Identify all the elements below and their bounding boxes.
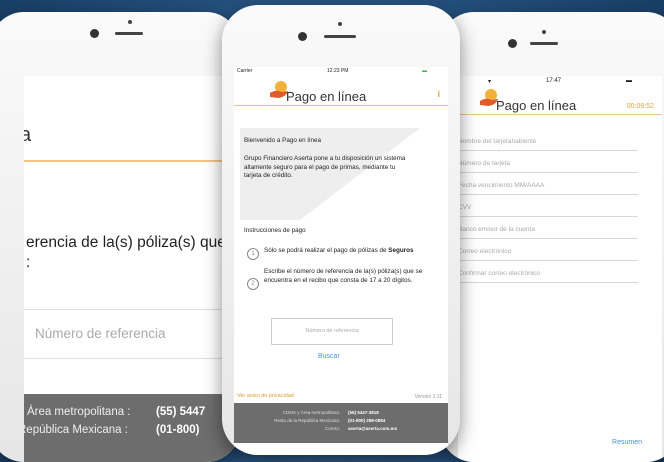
field-placeholder: Nombre del tarjetahabiente [458, 138, 537, 145]
app-header: Pago en línea i [234, 75, 448, 106]
instructions-title: Instrucciones de pago [244, 227, 306, 234]
reference-input[interactable]: Número de referencia [24, 309, 240, 359]
app-title: Pago en línea [496, 98, 577, 113]
step-number: 2 [247, 278, 259, 290]
summary-button[interactable]: Resumen [612, 439, 642, 446]
reference-input[interactable]: Número de referencia [271, 318, 393, 345]
sensor-icon [542, 30, 546, 34]
contact-footer: CDMX y Área metropolitana: (55) 5447-381… [234, 403, 448, 443]
welcome-body: Grupo Financiero Aserta pone a tu dispos… [244, 155, 406, 179]
cvv-field[interactable]: CVV [458, 196, 638, 217]
camera-icon [298, 32, 307, 41]
reference-heading: erencia de la(s) póliza(s) que [26, 234, 226, 251]
sensor-icon [338, 22, 342, 26]
left-screen: a erencia de la(s) póliza(s) que : Númer… [24, 76, 240, 462]
card-number-field[interactable]: Número de tarjeta [458, 152, 638, 173]
field-placeholder: Confirmar correo electrónico [458, 270, 541, 277]
field-placeholder: CVV [458, 204, 472, 211]
field-placeholder: Banco emisor de la cuenta [458, 226, 535, 233]
footer-label: Resto de la República Mexicana: [274, 418, 340, 423]
page-title: a [24, 124, 32, 146]
bank-field[interactable]: Banco emisor de la cuenta [458, 218, 638, 239]
speaker-icon [530, 42, 558, 45]
cardholder-field[interactable]: Nombre del tarjetahabiente [458, 130, 638, 151]
camera-icon [508, 39, 517, 48]
battery-icon: ▬ [422, 68, 427, 74]
field-placeholder: Fecha vencimiento MM/AAAA [458, 182, 545, 189]
center-screen: Carrier 12:23 PM ▬ Pago en línea i Bienv… [234, 67, 448, 455]
confirm-email-field[interactable]: Confirmar correo electrónico [458, 262, 638, 283]
info-icon[interactable]: i [437, 89, 440, 99]
reference-placeholder: Número de referencia [305, 328, 359, 334]
welcome-title: Bienvenido a Pago en línea [244, 137, 322, 144]
app-header: Pago en línea 00:09:52 [458, 84, 662, 115]
footer-email[interactable]: aserta@aserta.com.mx [348, 426, 397, 431]
speaker-icon [324, 35, 356, 38]
version-label: Versión 1.11 [414, 394, 442, 400]
header-divider [24, 160, 240, 162]
phone-center: Carrier 12:23 PM ▬ Pago en línea i Bienv… [222, 5, 460, 455]
speaker-icon [115, 32, 143, 35]
status-time: 12:23 PM [327, 68, 349, 74]
search-button[interactable]: Buscar [318, 353, 340, 360]
footer-phone[interactable]: (01-800) [156, 424, 199, 436]
footer-phone[interactable]: (55) 5447 [156, 406, 205, 418]
footer-phone[interactable]: (55) 5447-3818 [348, 410, 379, 415]
field-placeholder: Correo electrónico [458, 248, 512, 255]
sensor-icon [128, 20, 132, 24]
reference-placeholder: Número de referencia [35, 326, 166, 341]
footer-label: Correo: [324, 426, 340, 431]
camera-icon [90, 29, 99, 38]
footer-label: y Área metropolitana : [24, 406, 131, 418]
reference-heading-cont: : [26, 254, 31, 271]
step-number: 1 [247, 248, 259, 260]
email-field[interactable]: Correo electrónico [458, 240, 638, 261]
expiry-field[interactable]: Fecha vencimiento MM/AAAA [458, 174, 638, 195]
contact-footer: y Área metropolitana : (55) 5447 Repúbli… [24, 394, 240, 462]
step-text: Escribe el número de referencia de la(s)… [264, 268, 423, 284]
privacy-link[interactable]: Ver aviso de privacidad [237, 393, 294, 399]
right-screen: ▾ 17:47 ▬ Pago en línea 00:09:52 Nombre … [458, 76, 662, 462]
field-placeholder: Número de tarjeta [458, 160, 511, 167]
status-carrier: Carrier [237, 68, 253, 74]
footer-label: República Mexicana : [24, 424, 128, 436]
phone-right: ▾ 17:47 ▬ Pago en línea 00:09:52 Nombre … [440, 12, 664, 462]
phone-left: a erencia de la(s) póliza(s) que : Númer… [0, 12, 240, 462]
session-timer: 00:09:52 [626, 103, 654, 110]
footer-label: CDMX y Área metropolitana: [282, 410, 340, 415]
app-title: Pago en línea [286, 89, 367, 104]
step-text: Sólo se podrá realizar el pago de póliza… [264, 247, 414, 254]
footer-phone[interactable]: (01-800) 288-0884 [348, 418, 385, 423]
